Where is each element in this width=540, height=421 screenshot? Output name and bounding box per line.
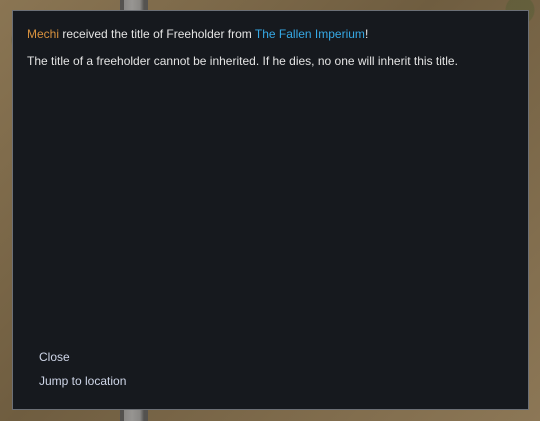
pawn-name[interactable]: Mechi <box>27 27 59 41</box>
close-option[interactable]: Close <box>39 350 70 364</box>
letter-headline: Mechi received the title of Freeholder f… <box>27 27 368 41</box>
jump-to-location-option[interactable]: Jump to location <box>39 374 126 388</box>
faction-name[interactable]: The Fallen Imperium <box>255 27 365 41</box>
letter-body: The title of a freeholder cannot be inhe… <box>27 54 458 68</box>
headline-end: ! <box>364 27 369 41</box>
headline-text: received the title of Freeholder from <box>59 27 255 41</box>
letter-dialog: Mechi received the title of Freeholder f… <box>12 10 529 410</box>
